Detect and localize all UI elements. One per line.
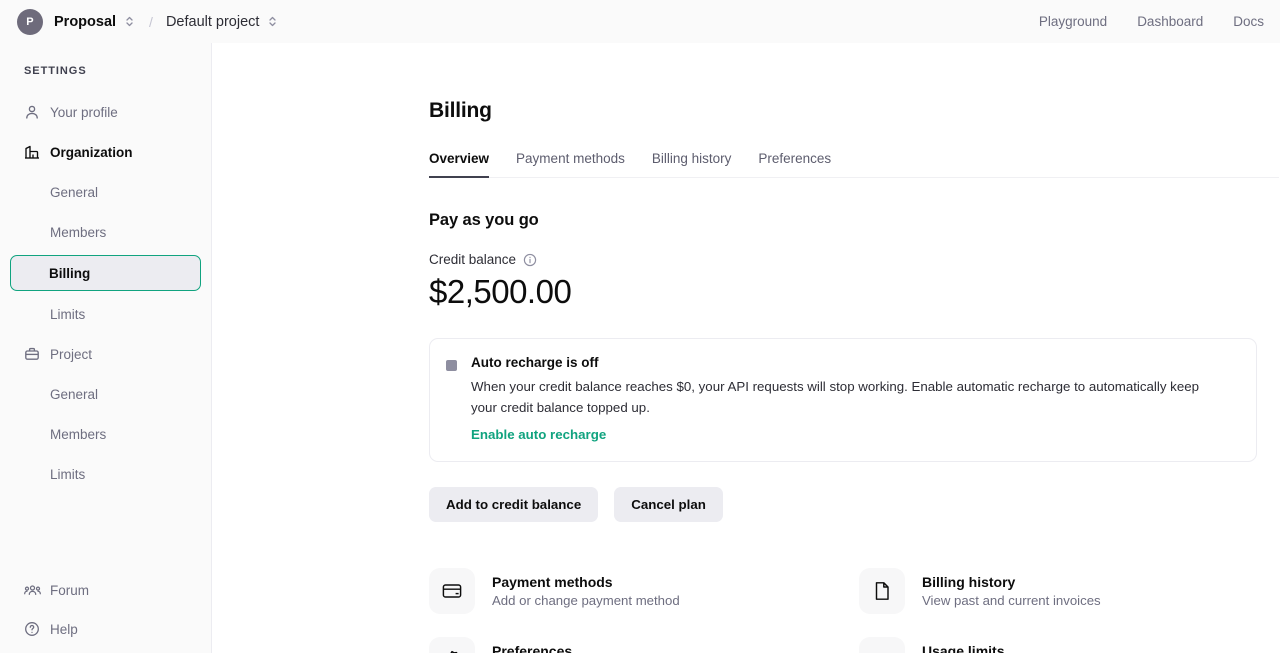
question-circle-icon: [24, 621, 42, 637]
sidebar-item-forum[interactable]: Forum: [10, 573, 201, 607]
tab-preferences[interactable]: Preferences: [758, 151, 831, 178]
sidebar-bottom-section: Forum Help: [0, 573, 211, 653]
nav-dashboard[interactable]: Dashboard: [1137, 14, 1203, 29]
credit-balance-amount: $2,500.00: [429, 273, 572, 310]
card-title: Billing history: [922, 574, 1016, 590]
sidebar-item-label: Your profile: [50, 104, 118, 120]
sidebar-item-org-general[interactable]: General: [10, 175, 201, 209]
breadcrumb-org-name[interactable]: Proposal: [54, 14, 116, 30]
card-usage-limits[interactable]: Usage limits Set monthly spend limits: [859, 637, 1280, 653]
sidebar-item-label: General: [50, 184, 99, 200]
info-icon[interactable]: [523, 253, 537, 267]
briefcase-icon: [24, 346, 42, 362]
sliders-icon: [859, 637, 905, 653]
building-icon: [24, 144, 42, 160]
sidebar-item-label: Limits: [50, 306, 86, 322]
tab-billing-history[interactable]: Billing history: [652, 151, 732, 178]
sidebar-item-label: Members: [50, 426, 107, 442]
breadcrumb-project-name[interactable]: Default project: [166, 14, 260, 30]
action-button-row: Add to credit balance Cancel plan: [429, 487, 1280, 522]
sidebar-item-label: Forum: [50, 582, 90, 598]
card-payment-methods[interactable]: Payment methods Add or change payment me…: [429, 568, 859, 614]
tab-bar: Overview Payment methods Billing history…: [429, 150, 1279, 178]
tab-payment-methods[interactable]: Payment methods: [516, 151, 625, 178]
sidebar-item-project[interactable]: Project: [10, 337, 201, 371]
page-title: Billing: [429, 99, 492, 122]
sidebar-item-help[interactable]: Help: [10, 612, 201, 646]
top-nav: Playground Dashboard Docs: [1039, 14, 1264, 29]
main-content: Billing Overview Payment methods Billing…: [212, 43, 1280, 653]
sidebar-item-your-profile[interactable]: Your profile: [10, 95, 201, 129]
breadcrumb: P Proposal / Default project: [17, 8, 278, 35]
credit-balance-label: Credit balance: [429, 252, 517, 267]
auto-recharge-notice: Auto recharge is off When your credit ba…: [429, 338, 1257, 462]
people-icon: [24, 582, 42, 598]
tab-overview[interactable]: Overview: [429, 151, 490, 178]
sidebar-item-label: Members: [50, 224, 107, 240]
card-subtitle: View past and current invoices: [922, 593, 1101, 608]
org-selector-chevron-icon[interactable]: [124, 15, 135, 28]
sidebar-item-label: Project: [50, 346, 93, 362]
toggle-off-indicator-icon: [446, 360, 457, 371]
sidebar-item-label: Help: [50, 621, 78, 637]
sidebar-item-label: General: [50, 386, 99, 402]
sidebar-item-organization[interactable]: Organization: [10, 135, 201, 169]
sidebar-item-org-members[interactable]: Members: [10, 215, 201, 249]
sidebar-item-project-members[interactable]: Members: [10, 417, 201, 451]
sidebar-heading: SETTINGS: [24, 65, 87, 77]
card-subtitle: Add or change payment method: [492, 593, 680, 608]
sidebar: SETTINGS Your profile Organization Gener…: [0, 43, 212, 653]
section-title-pay-as-you-go: Pay as you go: [429, 211, 539, 229]
nav-docs[interactable]: Docs: [1233, 14, 1264, 29]
card-title: Preferences: [492, 643, 573, 653]
nav-playground[interactable]: Playground: [1039, 14, 1107, 29]
user-icon: [24, 104, 42, 120]
credit-card-icon: [429, 568, 475, 614]
top-bar: P Proposal / Default project Playground …: [0, 0, 1280, 43]
notice-title: Auto recharge is off: [471, 355, 599, 370]
card-billing-history[interactable]: Billing history View past and current in…: [859, 568, 1280, 614]
card-title: Usage limits: [922, 643, 1005, 653]
enable-auto-recharge-link[interactable]: Enable auto recharge: [471, 427, 606, 442]
sidebar-item-label: Limits: [50, 466, 86, 482]
sidebar-item-label: Billing: [49, 265, 91, 281]
avatar: P: [17, 8, 43, 35]
quick-links-grid: Payment methods Add or change payment me…: [429, 568, 1280, 653]
card-preferences[interactable]: Preferences Manage billing information: [429, 637, 859, 653]
project-selector-chevron-icon[interactable]: [267, 15, 278, 28]
card-title: Payment methods: [492, 574, 613, 590]
sidebar-item-project-general[interactable]: General: [10, 377, 201, 411]
credit-balance-label-row: Credit balance: [429, 252, 1280, 267]
sidebar-item-org-limits[interactable]: Limits: [10, 297, 201, 331]
cancel-plan-button[interactable]: Cancel plan: [614, 487, 723, 522]
gear-icon: [429, 637, 475, 653]
notice-body: When your credit balance reaches $0, you…: [471, 379, 1200, 415]
sidebar-item-project-limits[interactable]: Limits: [10, 457, 201, 491]
sidebar-item-label: Organization: [50, 144, 133, 160]
document-icon: [859, 568, 905, 614]
breadcrumb-separator: /: [149, 13, 153, 30]
add-to-credit-balance-button[interactable]: Add to credit balance: [429, 487, 599, 522]
sidebar-item-billing[interactable]: Billing: [10, 255, 201, 291]
